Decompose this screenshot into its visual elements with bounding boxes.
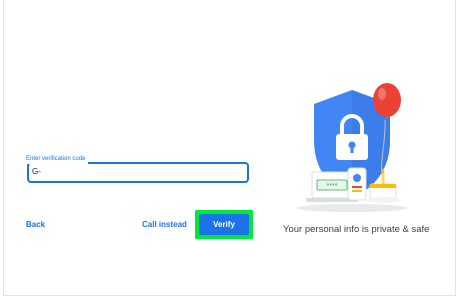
balloon-icon [373,83,401,117]
privacy-illustration: **** [297,83,407,212]
call-instead-button[interactable]: Call instead [142,219,187,231]
back-button[interactable]: Back [26,219,45,231]
phone-line-red [352,186,362,188]
cake-frosting [370,184,396,188]
phone-icon [347,167,367,201]
verification-code-label: Enter verification code [23,155,89,164]
keyhole-slot [350,146,354,153]
phone-line-yellow [352,190,362,192]
verification-code-value[interactable]: G- [32,166,41,178]
privacy-message: Your personal info is private & safe [283,224,430,235]
cake-plate [366,197,400,203]
balloon-shine [378,88,386,100]
user-avatar-icon [353,174,361,182]
candle-icon [381,174,385,184]
verification-code-field[interactable] [27,162,249,183]
verify-button[interactable]: Verify [199,214,249,235]
password-mask: **** [327,183,338,190]
ground-shadow [297,204,407,212]
